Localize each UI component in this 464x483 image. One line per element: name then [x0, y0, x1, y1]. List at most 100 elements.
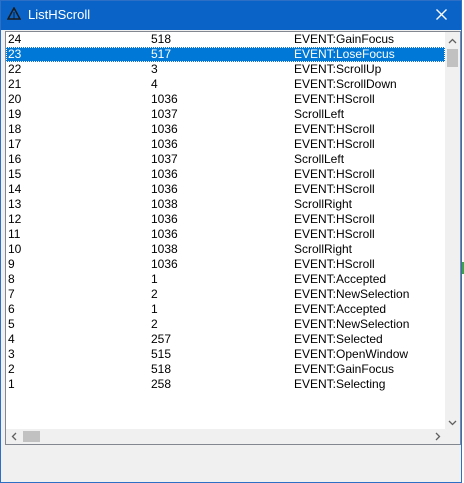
- list-item-id: 12: [8, 212, 22, 226]
- list-item-id: 13: [8, 197, 22, 211]
- list-item-id: 22: [8, 62, 22, 76]
- list-item[interactable]: 12 1036 EVENT:HScroll: [6, 212, 445, 227]
- list-item[interactable]: 2 518 EVENT:GainFocus: [6, 362, 445, 377]
- horizontal-scrollbar[interactable]: [6, 429, 445, 444]
- list-item-id: 16: [8, 152, 22, 166]
- list-item[interactable]: 9 1036 EVENT:HScroll: [6, 257, 445, 272]
- list-item-event: EVENT:LoseFocus: [294, 47, 395, 61]
- list-item-code: 2: [151, 287, 158, 301]
- list-item-event: EVENT:GainFocus: [294, 362, 395, 376]
- list-item-event: ScrollLeft: [294, 107, 345, 121]
- triangle-app-icon: [6, 6, 22, 21]
- list-item-id: 20: [8, 92, 22, 106]
- list-item[interactable]: 14 1036 EVENT:HScroll: [6, 182, 445, 197]
- scroll-right-button[interactable]: [430, 429, 445, 444]
- list-item[interactable]: 18 1036 EVENT:HScroll: [6, 122, 445, 137]
- list-item-event: EVENT:NewSelection: [294, 317, 410, 331]
- list-item-code: 257: [151, 332, 172, 346]
- chevron-up-icon: [448, 32, 457, 49]
- close-button[interactable]: [421, 1, 461, 30]
- event-list[interactable]: 24 518 EVENT:GainFocus 23 517 EVENT:LoseFocus…: [5, 31, 461, 445]
- scroll-up-button[interactable]: [445, 32, 460, 47]
- list-item[interactable]: 5 2 EVENT:NewSelection: [6, 317, 445, 332]
- vertical-scroll-thumb[interactable]: [447, 49, 458, 67]
- list-item[interactable]: 6 1 EVENT:Accepted: [6, 302, 445, 317]
- title-bar[interactable]: ListHScroll: [1, 1, 461, 30]
- list-item-id: 21: [8, 77, 22, 91]
- list-item-event: EVENT:HScroll: [294, 92, 375, 106]
- list-item-code: 1036: [151, 182, 178, 196]
- list-item-event: EVENT:GainFocus: [294, 32, 395, 46]
- list-item-code: 1036: [151, 137, 178, 151]
- list-item[interactable]: 15 1036 EVENT:HScroll: [6, 167, 445, 182]
- list-item[interactable]: 8 1 EVENT:Accepted: [6, 272, 445, 287]
- list-item-event: EVENT:HScroll: [294, 167, 375, 181]
- list-item-id: 11: [8, 227, 21, 241]
- chevron-right-icon: [435, 428, 441, 445]
- list-item-event: EVENT:HScroll: [294, 257, 375, 271]
- list-item[interactable]: 4 257 EVENT:Selected: [6, 332, 445, 347]
- list-item-id: 8: [8, 272, 15, 286]
- list-item[interactable]: 16 1037 ScrollLeft: [6, 152, 445, 167]
- scroll-down-button[interactable]: [445, 414, 460, 429]
- close-icon: [435, 7, 447, 25]
- list-item-code: 1036: [151, 92, 178, 106]
- list-item-id: 10: [8, 242, 22, 256]
- list-item-event: EVENT:ScrollDown: [294, 77, 397, 91]
- list-item-id: 1: [8, 377, 15, 391]
- list-item-code: 4: [151, 77, 158, 91]
- list-item-event: EVENT:HScroll: [294, 182, 375, 196]
- list-item-id: 24: [8, 32, 22, 46]
- list-item-code: 518: [151, 32, 172, 46]
- list-item-id: 15: [8, 167, 22, 181]
- list-item-id: 23: [8, 47, 22, 61]
- list-item-event: EVENT:HScroll: [294, 122, 375, 136]
- list-item-code: 1036: [151, 212, 178, 226]
- list-item-id: 7: [8, 287, 15, 301]
- scroll-left-button[interactable]: [6, 429, 21, 444]
- list-item[interactable]: 21 4 EVENT:ScrollDown: [6, 77, 445, 92]
- list-item-id: 4: [8, 332, 15, 346]
- list-item-event: EVENT:Selecting: [294, 377, 386, 391]
- list-item-id: 18: [8, 122, 22, 136]
- list-item[interactable]: 3 515 EVENT:OpenWindow: [6, 347, 445, 362]
- list-item-code: 1036: [151, 227, 178, 241]
- list-item-event: ScrollRight: [294, 197, 353, 211]
- list-item-code: 1038: [151, 242, 178, 256]
- list-item[interactable]: 10 1038 ScrollRight: [6, 242, 445, 257]
- list-item[interactable]: 22 3 EVENT:ScrollUp: [6, 62, 445, 77]
- list-item-event: EVENT:OpenWindow: [294, 347, 409, 361]
- list-item-code: 1038: [151, 197, 178, 211]
- list-item-event: EVENT:NewSelection: [294, 287, 410, 301]
- list-item-event: EVENT:Accepted: [294, 302, 387, 316]
- list-item-id: 14: [8, 182, 22, 196]
- list-item-code: 1037: [151, 152, 178, 166]
- list-item-code: 258: [151, 377, 172, 391]
- list-item[interactable]: 24 518 EVENT:GainFocus: [6, 32, 445, 47]
- list-item-event: EVENT:ScrollUp: [294, 62, 382, 76]
- list-item-code: 1036: [151, 257, 178, 271]
- scrollbar-corner: [445, 429, 460, 444]
- list-item-event: EVENT:HScroll: [294, 212, 375, 226]
- list-item[interactable]: 1 258 EVENT:Selecting: [6, 377, 445, 392]
- list-item[interactable]: 11 1036 EVENT:HScroll: [6, 227, 445, 242]
- list-item-code: 1036: [151, 167, 178, 181]
- list-item-event: EVENT:HScroll: [294, 137, 375, 151]
- list-item-code: 3: [151, 62, 158, 76]
- list-item[interactable]: 13 1038 ScrollRight: [6, 197, 445, 212]
- list-item[interactable]: 23 517 EVENT:LoseFocus: [6, 47, 445, 62]
- list-item[interactable]: 17 1036 EVENT:HScroll: [6, 137, 445, 152]
- chevron-left-icon: [11, 428, 17, 445]
- list-item-code: 1: [151, 272, 158, 286]
- list-item-event: ScrollRight: [294, 242, 353, 256]
- vertical-scrollbar[interactable]: [445, 32, 460, 429]
- list-item[interactable]: 20 1036 EVENT:HScroll: [6, 92, 445, 107]
- list-item[interactable]: 7 2 EVENT:NewSelection: [6, 287, 445, 302]
- list-item-code: 517: [151, 47, 172, 61]
- list-item-code: 2: [151, 317, 158, 331]
- horizontal-scroll-thumb[interactable]: [23, 431, 40, 442]
- list-item-event: ScrollLeft: [294, 152, 345, 166]
- list-item[interactable]: 19 1037 ScrollLeft: [6, 107, 445, 122]
- event-list-rows: 24 518 EVENT:GainFocus 23 517 EVENT:LoseFocus…: [6, 32, 445, 429]
- list-item-id: 6: [8, 302, 15, 316]
